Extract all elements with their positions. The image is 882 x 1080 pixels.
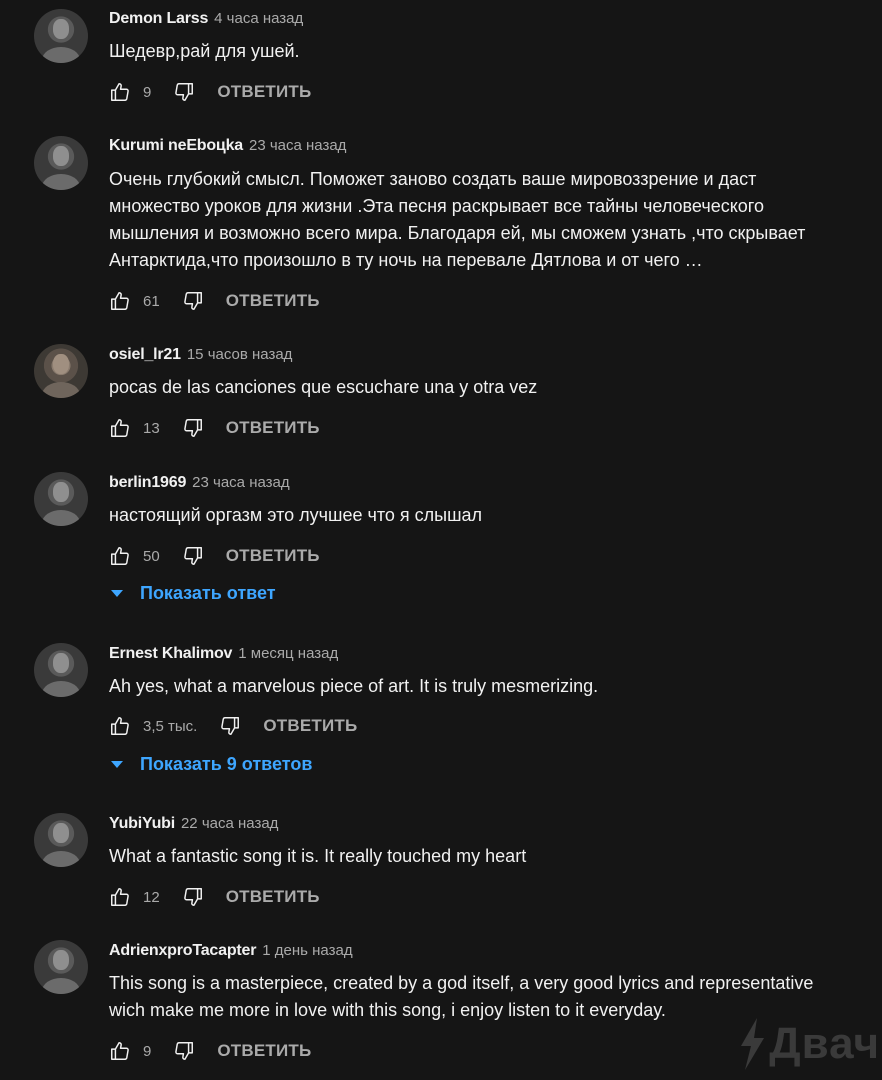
like-count: 13 — [143, 419, 160, 437]
reply-button[interactable]: ОТВЕТИТЬ — [263, 716, 357, 736]
comment-text: Очень глубокий смысл. Поможет заново соз… — [109, 169, 806, 270]
comment-author[interactable]: YubiYubi — [109, 815, 175, 833]
thumbs-up-icon[interactable] — [109, 417, 131, 439]
comment-author[interactable]: Demon Larss — [109, 10, 208, 28]
comment-time[interactable]: 1 месяц назад — [238, 645, 338, 662]
show-replies-button[interactable]: Показать ответ — [109, 583, 276, 604]
like-count: 9 — [143, 1042, 152, 1060]
avatar[interactable] — [34, 643, 88, 697]
avatar[interactable] — [34, 813, 88, 867]
comment-text: pocas de las canciones que escuchare una… — [109, 377, 538, 397]
caret-down-icon — [111, 761, 123, 768]
show-replies-label: Показать ответ — [140, 583, 276, 603]
reply-button[interactable]: ОТВЕТИТЬ — [226, 418, 320, 438]
reply-button[interactable]: ОТВЕТИТЬ — [226, 546, 320, 566]
reply-button[interactable]: ОТВЕТИТЬ — [217, 82, 311, 102]
comment-text: What a fantastic song it is. It really t… — [109, 846, 527, 866]
comment-time[interactable]: 23 часа назад — [249, 137, 346, 154]
thumbs-up-icon[interactable] — [109, 545, 131, 567]
thumbs-down-icon[interactable] — [182, 417, 204, 439]
thumbs-up-icon[interactable] — [109, 290, 131, 312]
comment-time[interactable]: 4 часа назад — [214, 10, 303, 27]
thumbs-up-icon[interactable] — [109, 1040, 131, 1062]
comment-text: Шедевр,рай для ушей. — [109, 41, 300, 61]
show-replies-button[interactable]: Показать 9 ответов — [109, 754, 312, 775]
comment-time[interactable]: 22 часа назад — [181, 815, 278, 832]
like-count: 9 — [143, 83, 152, 101]
thumbs-up-icon[interactable] — [109, 886, 131, 908]
like-count: 3,5 тыс. — [143, 717, 198, 735]
caret-down-icon — [111, 590, 123, 597]
reply-button[interactable]: ОТВЕТИТЬ — [226, 291, 320, 311]
comment-author[interactable]: Kurumi neEboцka — [109, 137, 243, 155]
show-replies-label: Показать 9 ответов — [140, 754, 313, 774]
thumbs-down-icon[interactable] — [182, 886, 204, 908]
avatar[interactable] — [34, 9, 88, 63]
watermark-text: Двач — [769, 1019, 880, 1068]
comment-author[interactable]: osiel_lr21 — [109, 346, 181, 364]
comment-author[interactable]: AdrienxproTacapter — [109, 942, 256, 960]
reply-button[interactable]: ОТВЕТИТЬ — [217, 1041, 311, 1061]
thumbs-down-icon[interactable] — [219, 715, 241, 737]
avatar[interactable] — [34, 472, 88, 526]
comment-time[interactable]: 23 часа назад — [192, 474, 289, 491]
comment-time[interactable]: 1 день назад — [262, 942, 352, 959]
like-count: 61 — [143, 292, 160, 310]
avatar[interactable] — [34, 136, 88, 190]
avatar[interactable] — [34, 940, 88, 994]
like-count: 12 — [143, 888, 160, 906]
comment-text: Ah yes, what a marvelous piece of art. I… — [109, 676, 599, 696]
thumbs-up-icon[interactable] — [109, 81, 131, 103]
thumbs-down-icon[interactable] — [182, 545, 204, 567]
comment-author[interactable]: Ernest Khalimov — [109, 645, 232, 663]
thumbs-down-icon[interactable] — [182, 290, 204, 312]
comment-time[interactable]: 15 часов назад — [187, 346, 293, 363]
avatar[interactable] — [34, 344, 88, 398]
like-count: 50 — [143, 547, 160, 565]
reply-button[interactable]: ОТВЕТИТЬ — [226, 887, 320, 907]
comment-author[interactable]: berlin1969 — [109, 474, 186, 492]
comment-text: настоящий оргазм это лучшее что я слышал — [109, 505, 483, 525]
thumbs-down-icon[interactable] — [173, 1040, 195, 1062]
watermark: Двач — [737, 1016, 880, 1072]
thumbs-up-icon[interactable] — [109, 715, 131, 737]
thumbs-down-icon[interactable] — [173, 81, 195, 103]
lightning-bolt-icon — [737, 1016, 767, 1072]
